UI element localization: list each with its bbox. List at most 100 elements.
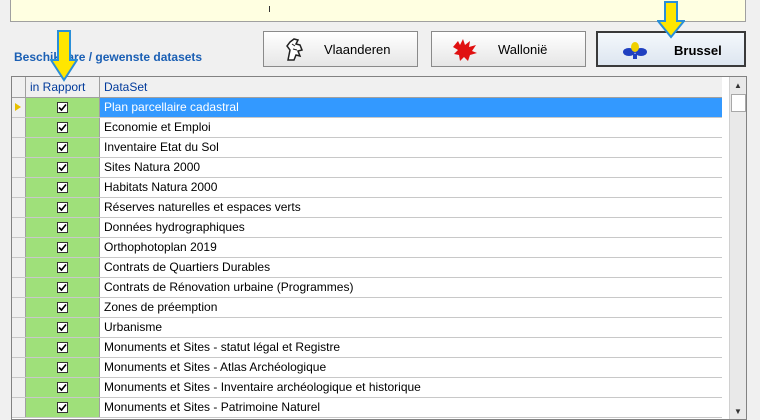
vertical-scrollbar[interactable]: ▲ ▼	[729, 77, 746, 419]
grid-rows: Plan parcellaire cadastral Economie et Em…	[12, 98, 722, 418]
in-rapport-cell[interactable]	[26, 338, 100, 357]
in-rapport-cell[interactable]	[26, 178, 100, 197]
row-indicator[interactable]	[12, 198, 26, 217]
dataset-cell[interactable]: Monuments et Sites - statut légal et Reg…	[100, 338, 722, 357]
in-rapport-cell[interactable]	[26, 98, 100, 117]
row-indicator[interactable]	[12, 238, 26, 257]
row-indicator[interactable]	[12, 118, 26, 137]
row-indicator[interactable]	[12, 258, 26, 277]
in-rapport-checkbox[interactable]	[57, 162, 68, 173]
table-row[interactable]: Monuments et Sites - Inventaire archéolo…	[12, 378, 722, 398]
in-rapport-cell[interactable]	[26, 298, 100, 317]
table-row[interactable]: Monuments et Sites - Atlas Archéologique	[12, 358, 722, 378]
row-indicator[interactable]	[12, 98, 26, 117]
row-indicator[interactable]	[12, 138, 26, 157]
in-rapport-cell[interactable]	[26, 398, 100, 417]
in-rapport-checkbox[interactable]	[57, 382, 68, 393]
table-row[interactable]: Données hydrographiques	[12, 218, 722, 238]
in-rapport-checkbox[interactable]	[57, 242, 68, 253]
scroll-down-arrow-icon[interactable]: ▼	[730, 403, 746, 419]
in-rapport-checkbox[interactable]	[57, 302, 68, 313]
in-rapport-cell[interactable]	[26, 278, 100, 297]
row-indicator[interactable]	[12, 158, 26, 177]
in-rapport-checkbox[interactable]	[57, 222, 68, 233]
table-row[interactable]: Sites Natura 2000	[12, 158, 722, 178]
wallonia-rooster-icon	[450, 35, 480, 66]
table-row[interactable]: Orthophotoplan 2019	[12, 238, 722, 258]
scrollbar-thumb[interactable]	[731, 94, 746, 112]
in-rapport-cell[interactable]	[26, 318, 100, 337]
wallonie-label: Wallonië	[498, 42, 548, 57]
dataset-cell[interactable]: Données hydrographiques	[100, 218, 722, 237]
dataset-cell[interactable]: Monuments et Sites - Inventaire archéolo…	[100, 378, 722, 397]
in-rapport-checkbox[interactable]	[57, 262, 68, 273]
table-row[interactable]: Monuments et Sites - statut légal et Reg…	[12, 338, 722, 358]
row-indicator[interactable]	[12, 278, 26, 297]
table-row[interactable]: Monuments et Sites - Patrimoine Naturel	[12, 398, 722, 418]
grid-header: in Rapport DataSet	[12, 77, 722, 98]
wallonie-button[interactable]: Wallonië	[431, 31, 586, 67]
row-indicator[interactable]	[12, 398, 26, 417]
flanders-lion-icon	[284, 36, 306, 65]
in-rapport-cell[interactable]	[26, 198, 100, 217]
current-row-arrow-icon	[15, 103, 21, 111]
datasets-grid: in Rapport DataSet Plan parcellaire cada…	[11, 76, 747, 420]
row-indicator[interactable]	[12, 218, 26, 237]
in-rapport-checkbox[interactable]	[57, 362, 68, 373]
dataset-cell[interactable]: Orthophotoplan 2019	[100, 238, 722, 257]
in-rapport-cell[interactable]	[26, 138, 100, 157]
table-row[interactable]: Contrats de Quartiers Durables	[12, 258, 722, 278]
table-row[interactable]: Urbanisme	[12, 318, 722, 338]
dataset-cell[interactable]: Monuments et Sites - Atlas Archéologique	[100, 358, 722, 377]
in-rapport-checkbox[interactable]	[57, 202, 68, 213]
table-row[interactable]: Plan parcellaire cadastral	[12, 98, 722, 118]
in-rapport-cell[interactable]	[26, 218, 100, 237]
row-indicator[interactable]	[12, 378, 26, 397]
annotation-arrow-icon	[50, 30, 78, 82]
dataset-cell[interactable]: Zones de préemption	[100, 298, 722, 317]
dataset-cell[interactable]: Réserves naturelles et espaces verts	[100, 198, 722, 217]
datasets-header-label: Beschikbare / gewenste datasets	[14, 50, 203, 64]
dataset-cell[interactable]: Economie et Emploi	[100, 118, 722, 137]
in-rapport-checkbox[interactable]	[57, 402, 68, 413]
brussel-label: Brussel	[674, 43, 722, 58]
dataset-cell[interactable]: Monuments et Sites - Patrimoine Naturel	[100, 398, 722, 417]
row-indicator[interactable]	[12, 358, 26, 377]
in-rapport-checkbox[interactable]	[57, 102, 68, 113]
vlaanderen-label: Vlaanderen	[324, 42, 391, 57]
table-row[interactable]: Contrats de Rénovation urbaine (Programm…	[12, 278, 722, 298]
in-rapport-cell[interactable]	[26, 258, 100, 277]
dataset-cell[interactable]: Plan parcellaire cadastral	[100, 98, 722, 117]
dataset-cell[interactable]: Contrats de Rénovation urbaine (Programm…	[100, 278, 722, 297]
dataset-cell[interactable]: Contrats de Quartiers Durables	[100, 258, 722, 277]
table-row[interactable]: Réserves naturelles et espaces verts	[12, 198, 722, 218]
in-rapport-cell[interactable]	[26, 158, 100, 177]
dataset-cell[interactable]: Urbanisme	[100, 318, 722, 337]
table-row[interactable]: Inventaire Etat du Sol	[12, 138, 722, 158]
dataset-cell[interactable]: Inventaire Etat du Sol	[100, 138, 722, 157]
row-indicator[interactable]	[12, 178, 26, 197]
text-cursor	[269, 6, 270, 12]
row-indicator[interactable]	[12, 338, 26, 357]
row-indicator[interactable]	[12, 318, 26, 337]
info-strip	[10, 0, 746, 22]
table-row[interactable]: Zones de préemption	[12, 298, 722, 318]
in-rapport-cell[interactable]	[26, 358, 100, 377]
table-row[interactable]: Economie et Emploi	[12, 118, 722, 138]
dataset-cell[interactable]: Sites Natura 2000	[100, 158, 722, 177]
in-rapport-checkbox[interactable]	[57, 282, 68, 293]
in-rapport-cell[interactable]	[26, 118, 100, 137]
vlaanderen-button[interactable]: Vlaanderen	[263, 31, 418, 67]
column-header-dataset[interactable]: DataSet	[100, 77, 722, 97]
in-rapport-checkbox[interactable]	[57, 122, 68, 133]
in-rapport-checkbox[interactable]	[57, 342, 68, 353]
row-indicator[interactable]	[12, 298, 26, 317]
in-rapport-cell[interactable]	[26, 378, 100, 397]
scroll-up-arrow-icon[interactable]: ▲	[730, 77, 746, 93]
in-rapport-checkbox[interactable]	[57, 182, 68, 193]
table-row[interactable]: Habitats Natura 2000	[12, 178, 722, 198]
in-rapport-checkbox[interactable]	[57, 322, 68, 333]
in-rapport-cell[interactable]	[26, 238, 100, 257]
dataset-cell[interactable]: Habitats Natura 2000	[100, 178, 722, 197]
in-rapport-checkbox[interactable]	[57, 142, 68, 153]
